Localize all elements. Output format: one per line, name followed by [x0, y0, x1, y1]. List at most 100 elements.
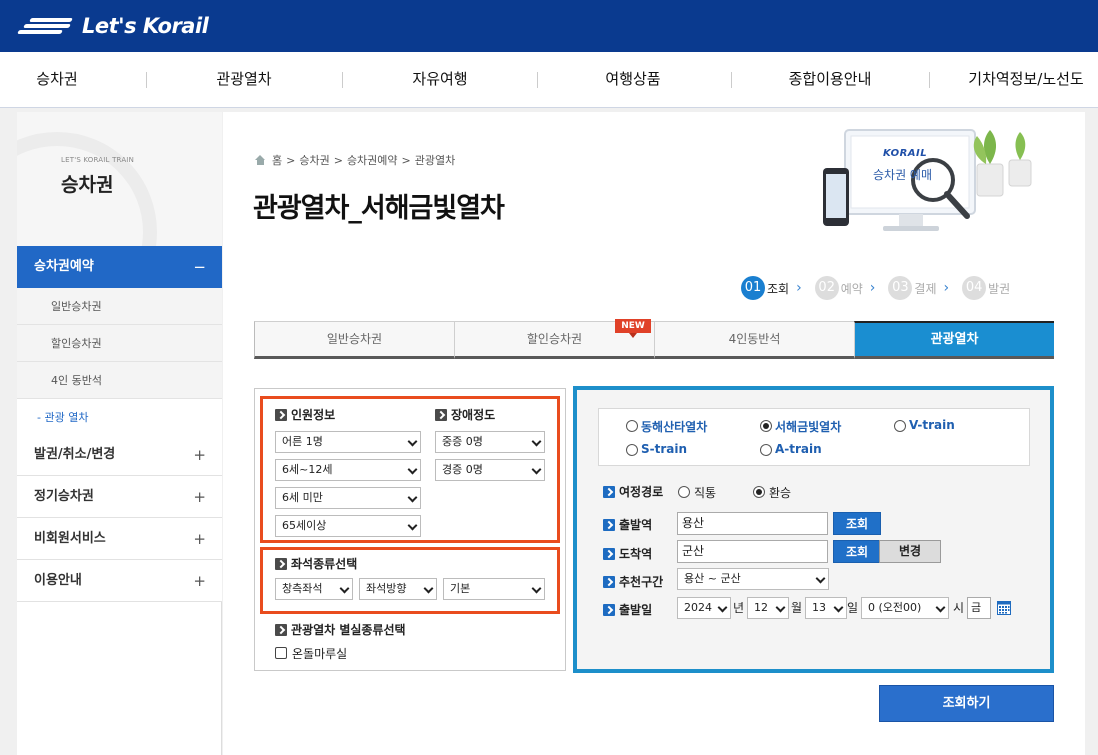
recommend-section-select[interactable]: 용산 ~ 군산	[677, 568, 829, 590]
chevron-down-icon	[775, 602, 786, 613]
infant-count-select[interactable]: 6세 미만	[275, 487, 421, 509]
arrow-bullet-icon	[603, 603, 615, 616]
expand-icon[interactable]: +	[193, 434, 206, 476]
radio-transfer[interactable]	[753, 486, 765, 498]
train-option-label: 서해금빛열차	[775, 420, 842, 434]
radio-vtrain[interactable]	[894, 420, 906, 432]
chevron-down-icon	[531, 436, 542, 447]
sidebar-sub-label: 관광 열차	[44, 411, 89, 424]
tab-four-seat[interactable]: 4인동반석	[654, 321, 854, 359]
departure-lookup-button[interactable]: 조회	[833, 512, 881, 535]
senior-count-select[interactable]: 65세이상	[275, 515, 421, 537]
sidebar-item-label: 이용안내	[34, 573, 82, 588]
departure-station-input[interactable]: 용산	[677, 512, 828, 535]
chevron-down-icon	[423, 583, 434, 594]
train-option-label: V-train	[909, 418, 955, 432]
sidebar-sub-four-seat[interactable]: 4인 동반석	[17, 362, 222, 399]
year-unit: 년	[733, 601, 745, 615]
mild-disability-select[interactable]: 경증 0명	[435, 459, 545, 481]
monitor-phone-icon	[823, 129, 1032, 231]
radio-donghae[interactable]	[626, 420, 638, 432]
expand-icon[interactable]: +	[193, 518, 206, 560]
month-select[interactable]: 12	[747, 597, 789, 619]
day-select[interactable]: 13	[805, 597, 847, 619]
chevron-down-icon	[531, 464, 542, 475]
tab-tour-train[interactable]: 관광열차	[854, 321, 1054, 359]
step-number: 02	[814, 276, 839, 300]
radio-strain[interactable]	[626, 444, 638, 456]
expand-icon[interactable]: +	[193, 560, 206, 602]
arrival-lookup-button[interactable]: 조회	[833, 540, 881, 563]
seat-direction-select[interactable]: 좌석방향	[359, 578, 437, 600]
recommend-label: 추천구간	[603, 573, 663, 590]
search-button[interactable]: 조회하기	[879, 685, 1054, 722]
step-inquiry: 01 조회	[741, 276, 789, 300]
sidebar-item-label: 승차권예약	[34, 259, 94, 274]
sidebar-item-issue[interactable]: 발권/취소/변경 +	[17, 434, 222, 476]
sidebar-sub-discount[interactable]: 할인승차권	[17, 325, 222, 362]
chevron-down-icon	[531, 583, 542, 594]
chevron-right-icon: ›	[869, 280, 876, 296]
gnb-guide[interactable]: 종합이용안내	[770, 52, 890, 108]
gnb-station-info[interactable]: 기차역정보/노선도	[958, 52, 1094, 108]
radio-atrain[interactable]	[760, 444, 772, 456]
arrow-bullet-icon	[603, 485, 615, 498]
sidebar-item-reservation[interactable]: 승차권예약 −	[17, 246, 222, 288]
sidebar-item-season[interactable]: 정기승차권 +	[17, 476, 222, 518]
step-number: 01	[741, 276, 765, 300]
tab-discount[interactable]: 할인승차권 NEW	[454, 319, 654, 359]
weekday-display: 금	[967, 597, 991, 619]
ticket-booking-illustration: KORAIL 승차권 예매	[821, 120, 1061, 246]
collapse-icon[interactable]: −	[193, 246, 206, 288]
radio-seohae[interactable]	[760, 420, 772, 432]
ondol-room-label: 온돌마루실	[292, 647, 348, 661]
korail-logo[interactable]: Let's Korail	[16, 12, 209, 40]
arrival-station-input[interactable]: 군산	[677, 540, 828, 563]
date-label: 출발일	[603, 601, 652, 618]
seat-position-select[interactable]: 창측좌석	[275, 578, 353, 600]
sidebar-item-guide[interactable]: 이용안내 +	[17, 560, 222, 602]
logo-swoosh-icon	[16, 14, 78, 38]
gnb-free-travel[interactable]: 자유여행	[392, 52, 488, 108]
year-select[interactable]: 2024	[677, 597, 731, 619]
disability-title: 장애정도	[435, 406, 495, 423]
tab-general[interactable]: 일반승차권	[254, 321, 454, 359]
step-issue: 04 발권	[962, 276, 1010, 300]
child-count-select[interactable]: 6세~12세	[275, 459, 421, 481]
adult-count-select[interactable]: 어른 1명	[275, 431, 421, 453]
month-unit: 월	[791, 601, 803, 615]
breadcrumb-ticket[interactable]: 승차권	[299, 152, 329, 168]
sidebar-sub-general[interactable]: 일반승차권	[17, 288, 222, 325]
radio-direct[interactable]	[678, 486, 690, 498]
route-label: 여정경로	[603, 483, 663, 500]
train-option-label: 동해산타열차	[641, 420, 708, 434]
deco-brand: KORAIL	[883, 148, 928, 159]
sidebar-item-label: 정기승차권	[34, 489, 94, 504]
sidebar-item-guest[interactable]: 비회원서비스 +	[17, 518, 222, 560]
breadcrumb-sep: >	[401, 153, 411, 167]
severe-disability-select[interactable]: 중증 0명	[435, 431, 545, 453]
chevron-down-icon	[407, 436, 418, 447]
sidebar-sub-tour-train[interactable]: - 관광 열차	[17, 399, 222, 436]
chevron-down-icon	[407, 464, 418, 475]
home-icon[interactable]	[255, 155, 266, 165]
gnb-divider	[537, 72, 538, 88]
breadcrumb-sep: >	[333, 153, 343, 167]
breadcrumb-home[interactable]: 홈	[272, 152, 282, 168]
gnb-travel-product[interactable]: 여행상품	[585, 52, 681, 108]
gnb-tour-train[interactable]: 관광열차	[196, 52, 292, 108]
step-label: 발권	[988, 281, 1011, 296]
calendar-icon[interactable]	[997, 601, 1011, 615]
gnb-ticket[interactable]: 승차권	[22, 52, 92, 108]
chevron-down-icon	[407, 520, 418, 531]
sidebar-item-label: 비회원서비스	[34, 531, 106, 546]
gnb-divider	[929, 72, 930, 88]
seat-option-select[interactable]: 기본	[443, 578, 545, 600]
ondol-room-checkbox[interactable]	[275, 647, 287, 659]
breadcrumb-current: 관광열차	[414, 154, 456, 167]
expand-icon[interactable]: +	[193, 476, 206, 518]
hour-select[interactable]: 0 (오전00)	[861, 597, 949, 619]
people-title: 인원정보	[275, 406, 335, 423]
swap-stations-button[interactable]: 변경	[879, 540, 941, 563]
breadcrumb-reservation[interactable]: 승차권예약	[347, 152, 398, 168]
